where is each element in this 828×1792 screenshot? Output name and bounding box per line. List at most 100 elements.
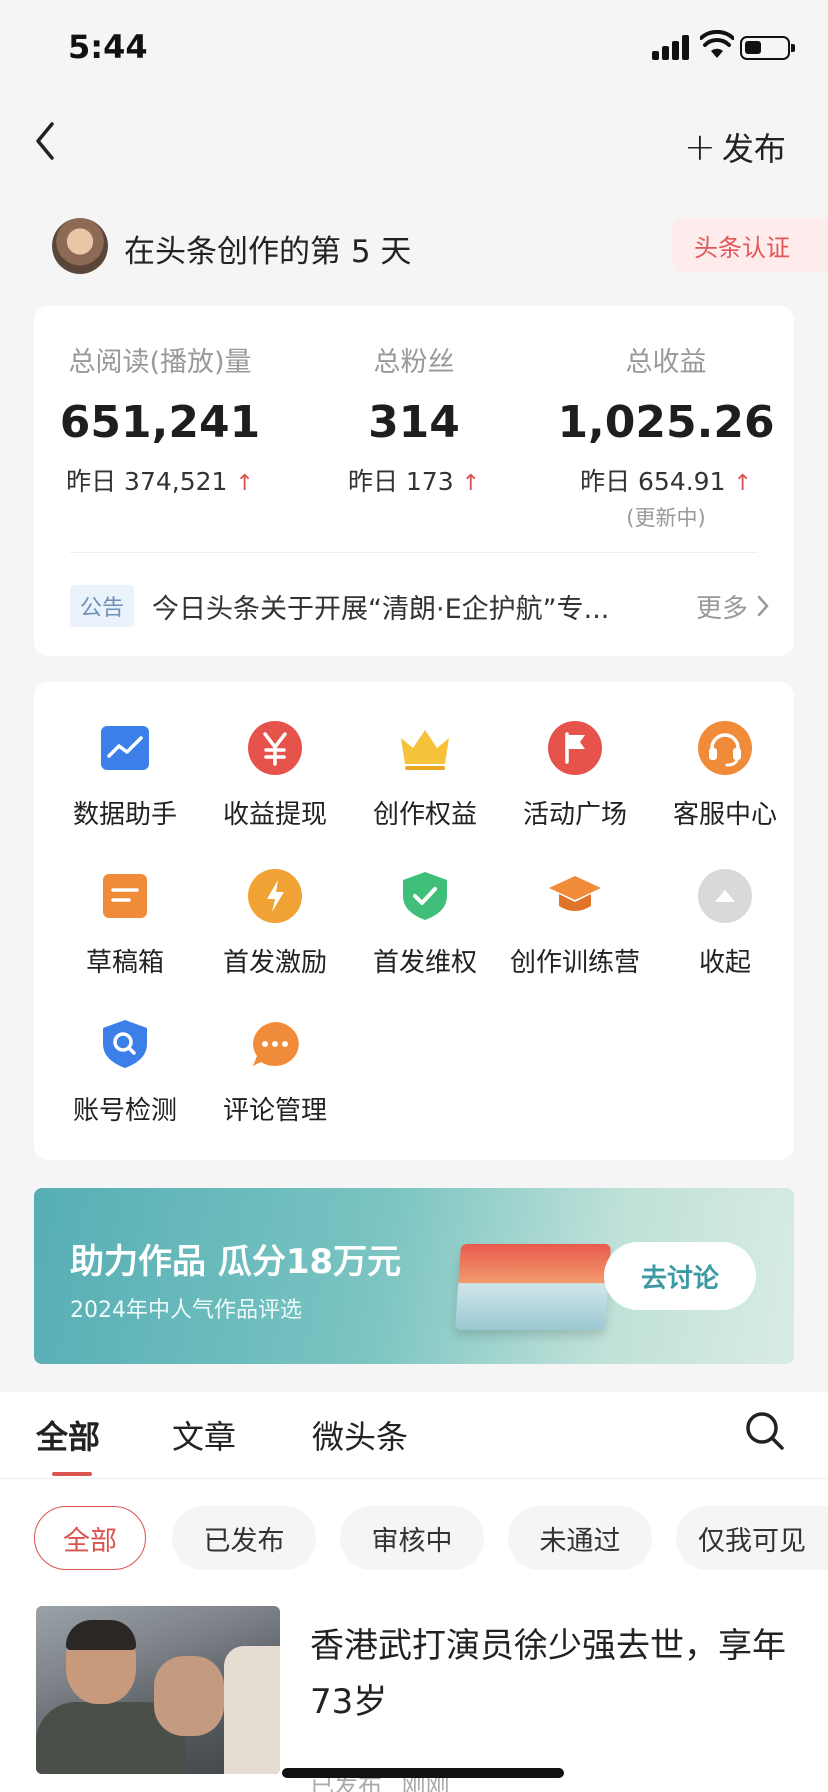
- search-icon: [746, 1412, 784, 1450]
- tab-articles[interactable]: 文章: [172, 1412, 236, 1458]
- stat-value: 314: [368, 397, 460, 448]
- lightning-icon: [247, 868, 303, 924]
- tool-label: 首发激励: [222, 948, 327, 978]
- stat-yesterday: 昨日 654.91 ↑: [546, 462, 786, 498]
- tab-micro-posts[interactable]: 微头条: [312, 1412, 408, 1458]
- tool-comment-management[interactable]: 评论管理: [200, 1016, 350, 1136]
- notice-text: 今日头条关于开展“清朗·E企护航”专...: [152, 593, 610, 625]
- stat-yesterday: 昨日 173 ↑: [294, 462, 534, 498]
- tools-card: 数据助手 收益提现 创作权益 活动广场 客服中心 草稿箱 首发激励 首发维权 创…: [34, 682, 794, 1160]
- cellular-signal-icon: [652, 34, 692, 60]
- stat-value: 1,025.26: [557, 397, 775, 448]
- notice-row[interactable]: 公告 今日头条关于开展“清朗·E企护航”专... 更多: [70, 582, 770, 630]
- search-button[interactable]: [744, 1410, 786, 1452]
- status-filters: 全部 已发布 审核中 未通过 仅我可见: [0, 1506, 828, 1574]
- tool-data-assistant[interactable]: 数据助手: [50, 720, 200, 840]
- tool-label: 首发维权: [372, 948, 477, 978]
- tab-all[interactable]: 全部: [36, 1412, 100, 1458]
- promo-banner[interactable]: 助力作品 瓜分18万元 2024年中人气作品评选 去讨论: [34, 1188, 794, 1364]
- divider: [70, 552, 758, 553]
- notice-more-label: 更多: [695, 593, 748, 624]
- stat-value: 651,241: [59, 397, 261, 448]
- comment-icon: [247, 1016, 303, 1072]
- tool-label: 数据助手: [72, 800, 177, 830]
- filter-chip-private[interactable]: 仅我可见: [676, 1506, 828, 1570]
- article-title: 香港武打演员徐少强去世，享年73岁: [310, 1626, 786, 1722]
- chevron-right-icon: [757, 595, 769, 617]
- content-tabs: 全部 文章 微头条: [0, 1392, 828, 1478]
- headset-icon: [697, 720, 753, 776]
- tool-label: 客服中心: [672, 800, 777, 830]
- article-thumbnail: [36, 1606, 280, 1774]
- publish-button[interactable]: + 发布: [684, 122, 786, 172]
- tool-label: 评论管理: [222, 1096, 327, 1126]
- back-button[interactable]: [26, 116, 66, 166]
- shield-check-icon: [397, 868, 453, 924]
- tool-customer-service[interactable]: 客服中心: [650, 720, 800, 840]
- filter-chip-all[interactable]: 全部: [34, 1506, 146, 1570]
- flag-icon: [547, 720, 603, 776]
- draft-icon: [97, 868, 153, 924]
- status-bar: 5:44: [0, 0, 828, 100]
- stat-total-fans[interactable]: 总粉丝 314 昨日 173 ↑: [294, 340, 534, 498]
- tool-label: 收起: [698, 948, 751, 978]
- arrow-up-icon: ↑: [461, 471, 481, 496]
- battery-icon: [740, 36, 795, 60]
- stats-card: 总阅读(播放)量 651,241 昨日 374,521 ↑ 总粉丝 314 昨日 …: [34, 306, 794, 656]
- banner-subtitle: 2024年中人气作品评选: [70, 1298, 302, 1323]
- banner-illustration: [454, 1244, 612, 1330]
- filter-chip-published[interactable]: 已发布: [172, 1506, 316, 1570]
- tool-label: 创作训练营: [509, 948, 640, 978]
- filter-chip-rejected[interactable]: 未通过: [508, 1506, 652, 1570]
- tool-account-check[interactable]: 账号检测: [50, 1016, 200, 1136]
- page: 5:44 + 发布 在头条创作的第 5 天 头条认证 总阅读(播放)量 651,…: [0, 0, 828, 1792]
- tool-creator-rights[interactable]: 创作权益: [350, 720, 500, 840]
- yuan-icon: [247, 720, 303, 776]
- arrow-up-icon: ↑: [733, 471, 752, 496]
- filter-chip-reviewing[interactable]: 审核中: [340, 1506, 484, 1570]
- tool-drafts[interactable]: 草稿箱: [50, 868, 200, 988]
- publish-label: 发布: [721, 130, 786, 168]
- collapse-icon: [697, 868, 753, 924]
- tool-label: 收益提现: [222, 800, 327, 830]
- tool-collapse[interactable]: 收起: [650, 868, 800, 988]
- tool-first-publish-incentive[interactable]: 首发激励: [200, 868, 350, 988]
- tool-label: 创作权益: [372, 800, 477, 830]
- tool-label: 草稿箱: [85, 948, 164, 978]
- stat-total-income[interactable]: 总收益 1,025.26 昨日 654.91 ↑ (更新中): [546, 340, 786, 532]
- notice-tag: 公告: [70, 585, 135, 627]
- stat-update-note: (更新中): [626, 506, 706, 530]
- verify-badge[interactable]: 头条认证: [672, 218, 828, 272]
- notice-more-link[interactable]: 更多: [696, 588, 770, 625]
- status-time: 5:44: [68, 28, 148, 66]
- tool-training-camp[interactable]: 创作训练营: [500, 868, 650, 988]
- stat-total-reads[interactable]: 总阅读(播放)量 651,241 昨日 374,521 ↑: [40, 340, 280, 498]
- graduation-cap-icon: [547, 868, 603, 924]
- creator-days-text: 在头条创作的第 5 天: [124, 234, 412, 270]
- wifi-icon: [700, 30, 734, 58]
- tool-label: 账号检测: [72, 1096, 177, 1126]
- home-indicator: [282, 1768, 564, 1778]
- arrow-up-icon: ↑: [235, 471, 254, 496]
- banner-discuss-button[interactable]: 去讨论: [604, 1242, 756, 1310]
- tool-label: 活动广场: [522, 800, 627, 830]
- stat-yesterday: 昨日 374,521 ↑: [40, 462, 280, 498]
- stat-label: 总收益: [625, 347, 707, 378]
- shield-search-icon: [97, 1016, 153, 1072]
- divider: [0, 1478, 828, 1479]
- stat-label: 总阅读(播放)量: [68, 347, 252, 378]
- active-tab-indicator: [52, 1472, 92, 1476]
- stat-yesterday-text: 昨日 374,521: [66, 467, 228, 496]
- tool-first-publish-rights[interactable]: 首发维权: [350, 868, 500, 988]
- data-chart-icon: [97, 720, 153, 776]
- stat-label: 总粉丝: [373, 347, 455, 378]
- content-section: 全部 文章 微头条 全部 已发布 审核中 未通过 仅我可见 香港武打演员徐少强去…: [0, 1392, 828, 1792]
- tool-income-withdraw[interactable]: 收益提现: [200, 720, 350, 840]
- tool-activity-plaza[interactable]: 活动广场: [500, 720, 650, 840]
- crown-icon: [397, 720, 453, 776]
- banner-title: 助力作品 瓜分18万元: [70, 1242, 402, 1282]
- chevron-left-icon: [36, 122, 54, 160]
- avatar[interactable]: [52, 218, 108, 274]
- stat-yesterday-text: 昨日 654.91: [580, 467, 726, 496]
- article-item[interactable]: 香港武打演员徐少强去世，享年73岁 已发布 刚刚: [0, 1606, 828, 1792]
